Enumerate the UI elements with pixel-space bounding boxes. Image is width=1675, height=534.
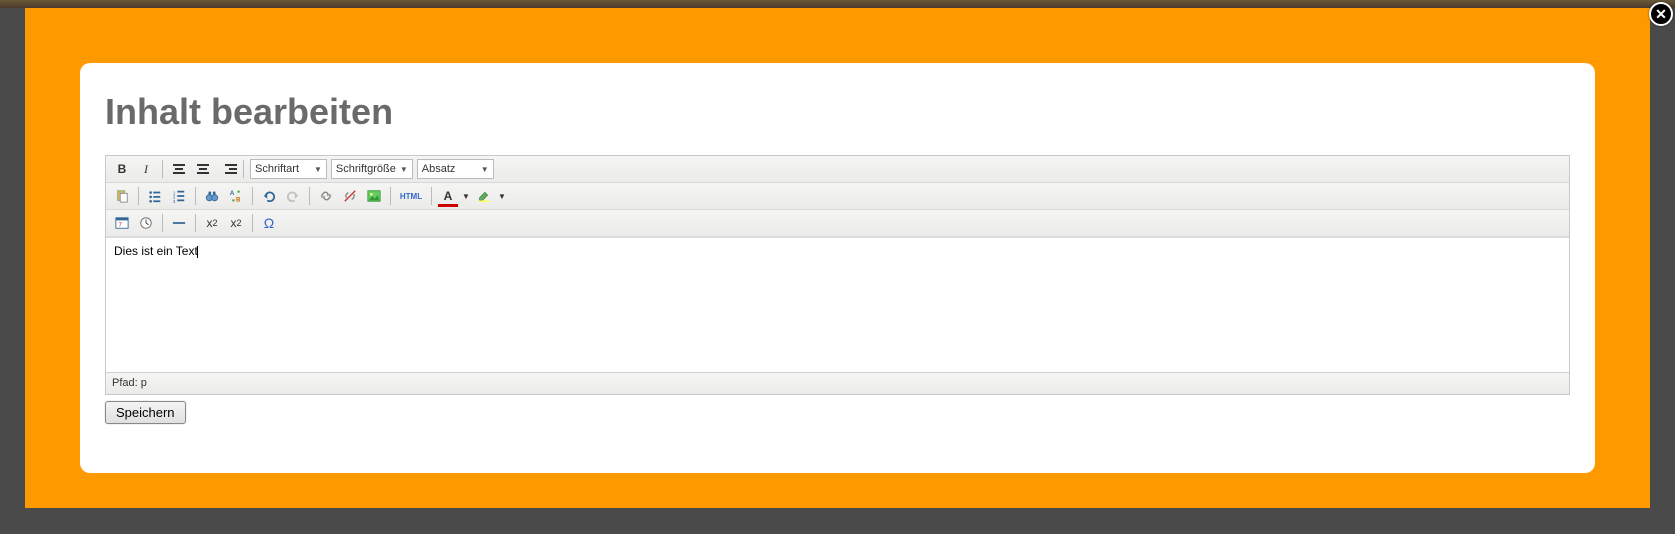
insert-time-button[interactable] xyxy=(136,213,156,233)
chevron-down-icon: ▼ xyxy=(314,165,322,174)
special-char-button[interactable]: Ω xyxy=(259,213,279,233)
separator xyxy=(162,160,163,178)
separator xyxy=(138,187,139,205)
align-center-button[interactable] xyxy=(193,159,213,179)
calendar-icon: 7 xyxy=(115,216,129,230)
numbered-list-button[interactable]: 123 xyxy=(169,186,189,206)
align-right-button[interactable] xyxy=(217,159,237,179)
bg-color-dropdown[interactable]: ▼ xyxy=(498,186,506,206)
separator xyxy=(195,214,196,232)
link-button[interactable] xyxy=(316,186,336,206)
path-prefix: Pfad: xyxy=(112,377,141,389)
app-top-bar xyxy=(0,0,1675,8)
page-title: Inhalt bearbeiten xyxy=(105,91,1570,133)
highlight-icon xyxy=(477,189,491,203)
subscript-2: 2 xyxy=(212,218,217,228)
undo-button[interactable] xyxy=(259,186,279,206)
binoculars-icon xyxy=(205,189,219,203)
block-format-label: Absatz xyxy=(422,163,477,175)
chevron-down-icon: ▼ xyxy=(400,165,408,174)
font-size-label: Schriftgröße xyxy=(336,163,396,175)
separator xyxy=(252,187,253,205)
font-size-select[interactable]: Schriftgröße ▼ xyxy=(331,159,413,179)
text-cursor xyxy=(197,246,198,258)
image-button[interactable] xyxy=(364,186,384,206)
path-value[interactable]: p xyxy=(141,377,147,389)
hr-icon xyxy=(172,216,186,230)
align-left-button[interactable] xyxy=(169,159,189,179)
replace-icon: AB xyxy=(229,189,243,203)
clock-icon xyxy=(139,216,153,230)
toolbar-row-1: B I Schriftart ▼ Schriftgröße ▼ Absatz ▼ xyxy=(106,156,1569,183)
editor-content-area[interactable]: Dies ist ein Text xyxy=(106,237,1569,372)
separator xyxy=(252,214,253,232)
bullet-list-icon xyxy=(148,189,162,203)
separator xyxy=(390,187,391,205)
unlink-icon xyxy=(343,189,357,203)
italic-button[interactable]: I xyxy=(136,159,156,179)
separator xyxy=(195,187,196,205)
text-color-button[interactable]: A xyxy=(438,186,458,206)
close-button[interactable]: ✕ xyxy=(1649,2,1673,26)
undo-icon xyxy=(262,189,276,203)
modal-panel: Inhalt bearbeiten B I Schriftart ▼ Schri… xyxy=(80,63,1595,473)
separator xyxy=(431,187,432,205)
replace-button[interactable]: AB xyxy=(226,186,246,206)
separator xyxy=(309,187,310,205)
horizontal-rule-button[interactable] xyxy=(169,213,189,233)
save-button[interactable]: Speichern xyxy=(105,401,186,424)
text-color-swatch xyxy=(438,204,458,207)
text-color-dropdown[interactable]: ▼ xyxy=(462,186,470,206)
block-format-select[interactable]: Absatz ▼ xyxy=(417,159,494,179)
unlink-button[interactable] xyxy=(340,186,360,206)
rich-text-editor: B I Schriftart ▼ Schriftgröße ▼ Absatz ▼ xyxy=(105,155,1570,395)
svg-text:7: 7 xyxy=(119,222,123,229)
link-icon xyxy=(319,189,333,203)
numbered-list-icon: 123 xyxy=(172,189,186,203)
paste-button[interactable] xyxy=(112,186,132,206)
svg-text:3: 3 xyxy=(173,199,176,203)
editor-path-bar: Pfad: p xyxy=(106,372,1569,394)
font-family-select[interactable]: Schriftart ▼ xyxy=(250,159,327,179)
find-button[interactable] xyxy=(202,186,222,206)
separator xyxy=(243,160,244,178)
close-icon: ✕ xyxy=(1655,6,1667,23)
image-icon xyxy=(367,189,381,203)
superscript-2: 2 xyxy=(236,218,241,228)
modal-backdrop: Inhalt bearbeiten B I Schriftart ▼ Schri… xyxy=(25,8,1650,508)
bold-button[interactable]: B xyxy=(112,159,132,179)
text-color-letter: A xyxy=(444,189,453,203)
html-source-button[interactable]: HTML xyxy=(397,186,425,206)
toolbar-row-2: 123 AB xyxy=(106,183,1569,210)
bullet-list-button[interactable] xyxy=(145,186,165,206)
separator xyxy=(162,214,163,232)
superscript-button[interactable]: x2 xyxy=(226,213,246,233)
svg-text:B: B xyxy=(236,196,241,203)
chevron-down-icon: ▼ xyxy=(481,165,489,174)
insert-date-button[interactable]: 7 xyxy=(112,213,132,233)
toolbar-row-3: 7 x2 x2 Ω xyxy=(106,210,1569,237)
svg-text:A: A xyxy=(230,190,235,197)
editor-text: Dies ist ein Text xyxy=(114,244,198,258)
redo-button[interactable] xyxy=(283,186,303,206)
subscript-button[interactable]: x2 xyxy=(202,213,222,233)
paste-icon xyxy=(115,189,129,203)
bg-color-button[interactable] xyxy=(474,186,494,206)
redo-icon xyxy=(286,189,300,203)
font-family-label: Schriftart xyxy=(255,163,310,175)
